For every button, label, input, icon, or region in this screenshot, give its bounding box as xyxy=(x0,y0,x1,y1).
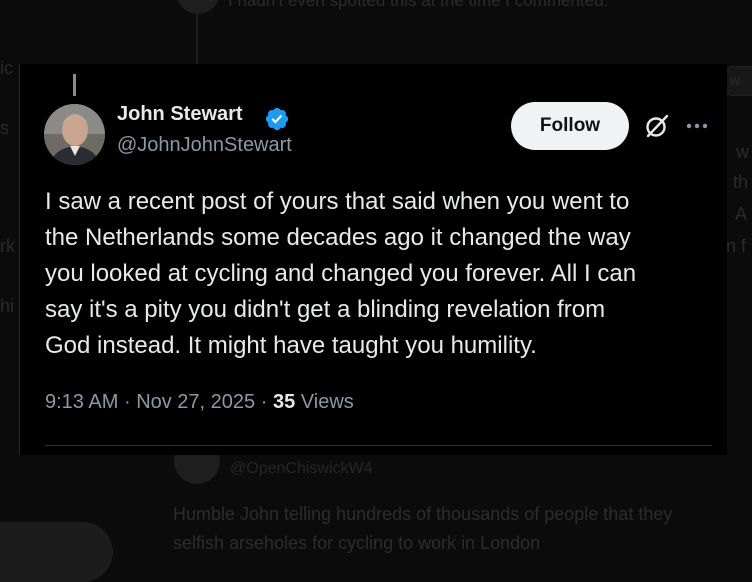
follow-button[interactable]: Follow xyxy=(511,102,629,150)
bg-avatar-top xyxy=(176,0,220,14)
tweet-text: I saw a recent post of yours that said w… xyxy=(45,188,637,359)
bg-right-fragment: w xyxy=(736,142,749,162)
avatar-photo xyxy=(44,104,105,165)
bg-left-fragment: hi xyxy=(0,296,15,316)
tweet-time[interactable]: 9:13 AM xyxy=(45,391,118,413)
bg-thread-line xyxy=(196,0,198,70)
bg-pill-button xyxy=(0,522,113,582)
bg-right-fragment: n f xyxy=(726,236,747,256)
bg-right-fragment: w xyxy=(730,72,741,88)
bg-top-comment: I hadn't even spotted this at the time I… xyxy=(228,0,609,10)
bg-right-fragment: A xyxy=(735,204,748,224)
views-count[interactable]: 35 xyxy=(273,391,295,413)
author-name[interactable]: John Stewart xyxy=(117,103,243,126)
grok-icon[interactable] xyxy=(643,112,671,140)
meta-separator: · xyxy=(123,391,131,413)
bg-left-fragment: s xyxy=(0,118,9,138)
avatar[interactable] xyxy=(44,104,105,165)
author-handle[interactable]: @JohnJohnStewart xyxy=(117,134,292,157)
bg-reply-line: selfish arseholes for cycling to work in… xyxy=(173,533,541,553)
bg-reply-handle: @OpenChiswickW4 xyxy=(230,460,373,477)
thread-connector xyxy=(73,74,76,96)
meta-separator: · xyxy=(260,391,268,413)
embedded-tweet-card[interactable]: John Stewart @JohnJohnStewart Follow I s… xyxy=(19,64,727,455)
more-options-icon[interactable] xyxy=(684,116,710,136)
bg-right-fragment: th xyxy=(733,172,749,192)
bg-left-fragment: rk xyxy=(0,236,15,256)
verified-badge-icon xyxy=(265,107,289,131)
bg-left-fragment: ic xyxy=(0,58,13,78)
card-divider xyxy=(45,445,712,446)
tweet-meta: 9:13 AM · Nov 27, 2025 · 35 Views xyxy=(45,391,354,414)
tweet-date[interactable]: Nov 27, 2025 xyxy=(136,391,255,413)
views-label[interactable]: Views xyxy=(301,391,354,413)
bg-reply-line: Humble John telling hundreds of thousand… xyxy=(173,504,673,524)
